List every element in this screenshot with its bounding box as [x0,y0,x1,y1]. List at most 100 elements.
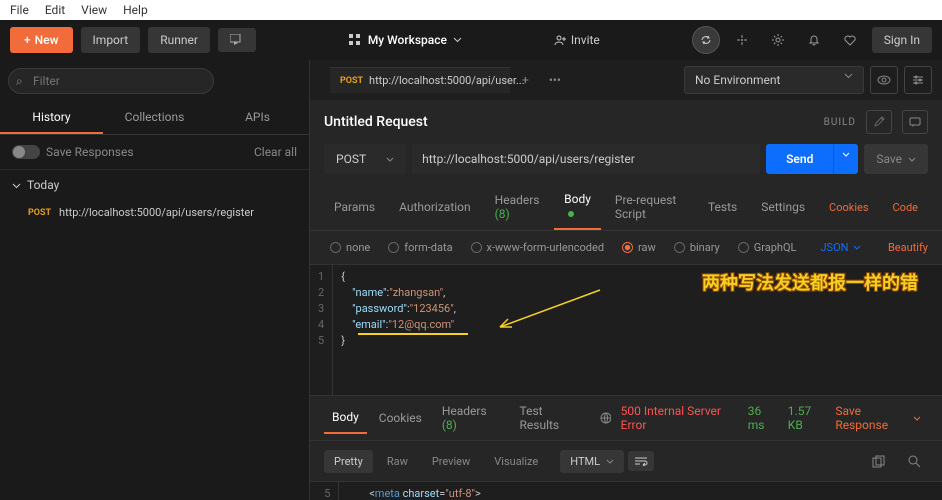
code-link[interactable]: Code [883,193,928,222]
request-tab[interactable]: POST http://localhost:5000/api/user... [330,67,510,93]
import-button[interactable]: Import [81,27,141,53]
tab-settings[interactable]: Settings [751,192,815,222]
search-icon: ⌕ [16,74,23,89]
radio-none[interactable]: none [324,239,376,256]
tab-params[interactable]: Params [324,192,385,222]
clear-all-link[interactable]: Clear all [254,145,297,159]
line-gutter: 12345 [310,265,333,395]
resp-gutter: 5678910 [310,482,339,500]
send-button[interactable]: Send [766,144,833,174]
new-button[interactable]: +New [10,27,73,53]
settings-icon[interactable] [764,26,792,54]
save-responses-label: Save Responses [46,145,134,159]
bell-icon[interactable] [800,26,828,54]
chevron-down-icon [386,157,394,162]
sync-icon[interactable] [692,26,720,54]
url-input[interactable] [412,144,760,174]
workspace-selector[interactable]: My Workspace [348,33,462,47]
cookies-link[interactable]: Cookies [819,193,878,222]
menu-view[interactable]: View [75,1,113,19]
tab-collections[interactable]: Collections [103,102,206,134]
env-quicklook-icon[interactable] [870,66,898,94]
save-button[interactable]: Save [864,144,928,174]
resp-tab-headers[interactable]: Headers (8) [434,396,508,440]
tab-apis[interactable]: APIs [206,102,309,134]
menu-bar: File Edit View Help [0,0,942,20]
raw-format-selector[interactable]: JSON [820,241,860,254]
history-item[interactable]: POST http://localhost:5000/api/users/reg… [0,200,309,225]
menu-help[interactable]: Help [117,1,154,19]
tab-headers[interactable]: Headers (8) [485,185,550,229]
resp-tab-cookies[interactable]: Cookies [371,403,430,433]
tab-method: POST [340,76,363,86]
tab-url: http://localhost:5000/api/user... [369,74,525,87]
search-response-icon[interactable] [900,447,928,475]
tab-prerequest[interactable]: Pre-request Script [605,185,694,229]
comment-icon[interactable] [902,110,928,134]
wrap-lines-icon[interactable] [628,451,654,471]
body-type-row: none form-data x-www-form-urlencoded raw… [310,231,942,265]
response-body[interactable]: 5678910 <meta charset="utf-8"> <title>Er… [310,482,942,500]
view-pretty[interactable]: Pretty [324,450,373,473]
method-selector[interactable]: POST [324,144,406,174]
invite-button[interactable]: Invite [554,33,600,47]
menu-file[interactable]: File [4,1,35,19]
tab-tests[interactable]: Tests [698,192,747,222]
resp-code-area[interactable]: <meta charset="utf-8"> <title>Error</tit… [339,482,942,500]
annotation-text: 两种写法发送都报一样的错 [702,269,918,295]
request-subtabs: Params Authorization Headers (8) Body Pr… [310,184,942,231]
sidebar: ⌕ History Collections APIs Save Response… [0,60,310,500]
format-selector[interactable]: HTML [560,450,624,473]
response-view-row: Pretty Raw Preview Visualize HTML [310,441,942,482]
resp-tab-body[interactable]: Body [324,402,367,434]
active-dot-icon [568,211,574,217]
view-visualize[interactable]: Visualize [484,450,548,473]
copy-icon[interactable] [864,447,892,475]
heart-icon[interactable] [836,26,864,54]
radio-raw[interactable]: raw [616,239,662,256]
sidebar-tabs: History Collections APIs [0,102,309,135]
radio-xwww[interactable]: x-www-form-urlencoded [465,239,611,256]
person-plus-icon [554,34,566,46]
env-settings-icon[interactable] [904,66,932,94]
environment-selector[interactable]: No Environment [684,66,864,94]
radio-formdata[interactable]: form-data [382,239,458,256]
history-today-header[interactable]: Today [0,170,309,200]
chevron-down-icon [453,37,462,43]
grid-icon [348,33,362,47]
save-response-link[interactable]: Save Response [835,404,920,432]
tab-body[interactable]: Body [554,184,601,230]
radio-binary[interactable]: binary [668,239,726,256]
top-bar: +New Import Runner My Workspace Invite S… [0,20,942,60]
build-label[interactable]: BUILD [824,117,856,128]
request-title[interactable]: Untitled Request [324,114,428,130]
content-area: POST http://localhost:5000/api/user... +… [310,60,942,500]
body-editor[interactable]: 12345 { "name":"zhangsan", "password":"1… [310,265,942,395]
menu-edit[interactable]: Edit [39,1,71,19]
send-dropdown[interactable] [833,144,858,174]
tab-history[interactable]: History [0,102,103,134]
runner-button[interactable]: Runner [148,27,210,53]
filter-input[interactable] [8,68,214,94]
tab-options-button[interactable]: ••• [541,69,569,91]
status-code: 500 Internal Server Error [621,404,738,432]
save-responses-toggle[interactable] [12,145,40,159]
chevron-down-icon [908,157,916,162]
chevron-down-icon [12,181,21,190]
capture-icon[interactable] [728,26,756,54]
annotation-underline [358,333,468,335]
globe-icon[interactable] [600,412,611,424]
response-tabs: Body Cookies Headers (8) Test Results 50… [310,395,942,441]
signin-button[interactable]: Sign In [872,27,932,53]
resp-tab-tests[interactable]: Test Results [512,396,588,440]
beautify-link[interactable]: Beautify [888,241,928,254]
method-badge: POST [28,208,51,218]
edit-icon[interactable] [866,110,892,134]
response-time: 36 ms [748,404,778,432]
view-preview[interactable]: Preview [422,450,480,473]
view-raw[interactable]: Raw [377,450,418,473]
tab-authorization[interactable]: Authorization [389,192,481,222]
new-tab-button[interactable]: + [514,69,537,91]
radio-graphql[interactable]: GraphQL [732,239,803,256]
open-new-dropdown[interactable] [218,28,256,52]
